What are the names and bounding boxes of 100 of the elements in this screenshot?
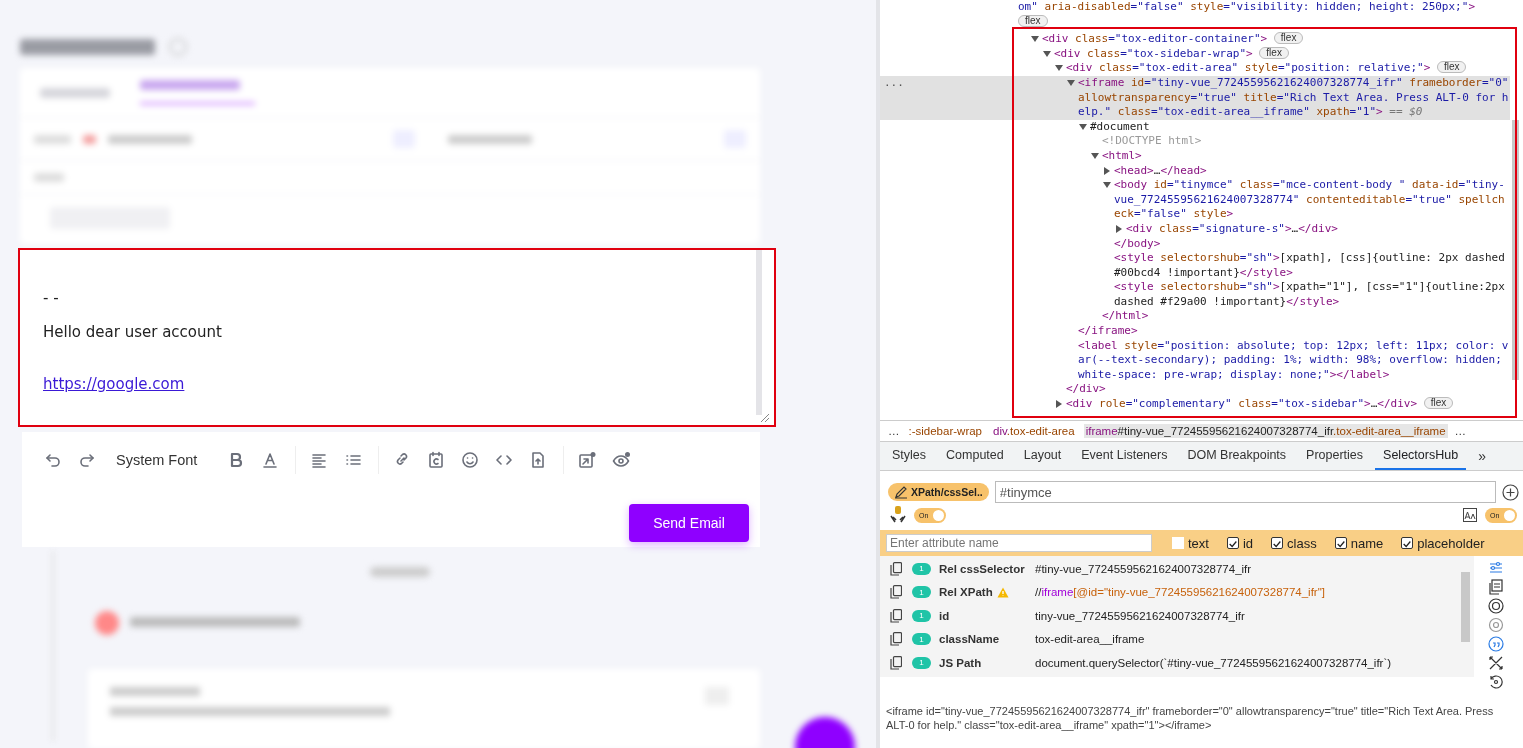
dom-node[interactable]: <html> xyxy=(880,148,1510,164)
selector-value[interactable]: document.querySelector(`#tiny-vue_77245595621624007328774_ifr`) xyxy=(1035,656,1392,669)
match-count: 1 xyxy=(912,586,931,599)
align-left-icon[interactable] xyxy=(310,451,329,469)
selector-label: className xyxy=(939,633,1000,646)
selector-value[interactable]: tiny-vue_77245595621624007328774_ifr xyxy=(1035,609,1245,622)
checkbox[interactable] xyxy=(1271,537,1284,549)
closing-tag: </body> xyxy=(880,236,1510,252)
checkbox-label: id xyxy=(1242,535,1254,551)
expanded-arrow-icon[interactable] xyxy=(1067,78,1075,87)
target-icon[interactable] xyxy=(1488,598,1504,614)
insert-image-icon[interactable] xyxy=(578,451,597,469)
emoji-icon[interactable] xyxy=(461,451,480,469)
dom-node[interactable]: <style selectorshub="sh">[xpath], [css]{outline: 2px dashed #00bcd4 !important}</style> xyxy=(880,251,1510,281)
dom-node[interactable]: <div class="signature-s">…</div> xyxy=(880,221,1510,237)
panel-tab[interactable]: Properties xyxy=(1298,448,1372,470)
panel-tab[interactable]: Computed xyxy=(938,448,1012,470)
copy-icon[interactable] xyxy=(890,585,902,600)
selector-label: Rel cssSelector xyxy=(939,562,1025,575)
dom-node[interactable]: <div class="tox-edit-area" style="position: relative;"> flex xyxy=(880,61,1510,76)
dom-node[interactable]: <div role="complementary" class="tox-sidebar">…</div> flex xyxy=(880,397,1510,412)
checkbox[interactable] xyxy=(1334,537,1347,549)
undo-icon[interactable] xyxy=(44,451,62,469)
editor-text: - - xyxy=(43,288,60,309)
checkbox[interactable] xyxy=(1401,537,1414,549)
dom-node[interactable]: ... <iframe id="tiny-vue_77245595621624007328774_ifr" frameborder="0" allowtransparency="true" title="Rich Text Area. Press ALT-0 for help." class="tox-edit-area__iframe" xpath="1"> == $0 xyxy=(880,75,1510,120)
expanded-arrow-icon[interactable] xyxy=(1103,181,1111,190)
font-dropdown[interactable]: System Font xyxy=(116,452,198,468)
checkbox[interactable] xyxy=(1226,537,1239,549)
selector-value[interactable]: #tiny-vue_77245595621624007328774_ifr xyxy=(1035,562,1252,575)
donate-hands-icon[interactable] xyxy=(890,505,906,525)
pages-icon[interactable] xyxy=(1488,579,1504,595)
reset-icon[interactable] xyxy=(1488,674,1504,690)
selector-input[interactable]: #tinymce xyxy=(994,481,1496,503)
scrollbar[interactable] xyxy=(756,250,762,415)
breadcrumb-item[interactable]: iframe#tiny-vue_77245595621624007328774_ifr.tox-edit-area__iframe xyxy=(1083,424,1448,438)
panel-tab[interactable]: Layout xyxy=(1015,448,1070,470)
selector-value[interactable]: tox-edit-area__iframe xyxy=(1035,633,1145,646)
expanded-arrow-icon[interactable] xyxy=(1055,64,1063,73)
selector-label: JS Path xyxy=(939,656,982,669)
flex-badge[interactable]: flex xyxy=(1018,14,1048,27)
more-tabs-button[interactable]: » xyxy=(1470,448,1494,470)
link[interactable]: https://google.com xyxy=(43,374,185,395)
text-color-icon[interactable] xyxy=(261,451,280,469)
preview-eye-icon[interactable] xyxy=(612,451,631,469)
breadcrumb-item[interactable]: :-sidebar-wrap xyxy=(906,424,984,438)
match-count: 1 xyxy=(912,609,931,622)
dom-node[interactable]: <body id="tinymce" class="mce-content-body " data-id="tiny-vue_77245595621624007328774" contenteditable="true" spellcheck="false" style> xyxy=(880,178,1510,222)
dom-node[interactable]: <head>…</head> xyxy=(880,163,1510,179)
selector-value[interactable]: //iframe[@id="tiny-vue_77245595621624007328774_ifr"] xyxy=(1035,586,1325,599)
mode-badge[interactable]: XPath/cssSel.. xyxy=(888,483,989,501)
template-icon[interactable] xyxy=(427,451,446,469)
copy-icon[interactable] xyxy=(890,608,902,623)
panel-tab[interactable]: DOM Breakpoints xyxy=(1179,448,1295,470)
collapsed-arrow-icon[interactable] xyxy=(1055,400,1063,409)
closing-tag: </iframe> xyxy=(880,324,1510,339)
collapsed-arrow-icon[interactable] xyxy=(1115,224,1123,233)
dom-node[interactable]: om" aria-disabled="false" style="visibility: hidden; height: 250px;"> flex xyxy=(880,0,1510,30)
match-count: 1 xyxy=(912,562,931,575)
scrollbar[interactable] xyxy=(1461,572,1470,642)
selector-label: id xyxy=(939,609,950,622)
breadcrumb-overflow[interactable]: … xyxy=(888,425,900,437)
dom-node[interactable]: <div class="tox-sidebar-wrap"> flex xyxy=(880,46,1510,62)
breadcrumb-item[interactable]: div.tox-edit-area xyxy=(991,424,1077,438)
attribute-name-input[interactable]: Enter attribute name xyxy=(886,534,1152,552)
flex-badge[interactable]: flex xyxy=(1259,46,1289,59)
resize-handle-icon[interactable] xyxy=(760,413,770,423)
checkbox-label: text xyxy=(1188,535,1209,551)
add-icon[interactable] xyxy=(1502,483,1519,501)
copy-icon[interactable] xyxy=(890,632,902,647)
flex-badge[interactable]: flex xyxy=(1423,397,1454,410)
more-options-icon[interactable]: ... xyxy=(884,75,904,91)
dom-node[interactable]: #document xyxy=(880,119,1510,135)
checkbox[interactable] xyxy=(1172,537,1184,549)
expand-icon[interactable] xyxy=(1488,655,1504,671)
dom-node[interactable]: <style selectorshub="sh">[xpath="1"], [css="1"]{outline:2px dashed #f29a00 !important}</style> xyxy=(880,280,1510,310)
expanded-arrow-icon[interactable] xyxy=(1043,49,1051,58)
expanded-arrow-icon[interactable] xyxy=(1091,151,1099,160)
panel-tab[interactable]: Event Listeners xyxy=(1073,448,1176,470)
scrollbar[interactable] xyxy=(1512,120,1519,380)
flex-badge[interactable]: flex xyxy=(1436,61,1467,74)
dom-node[interactable]: <div class="tox-editor-container"> flex xyxy=(880,32,1510,47)
breadcrumb-overflow[interactable]: … xyxy=(1454,425,1467,437)
copy-icon[interactable] xyxy=(890,655,902,670)
panel-tab[interactable]: SelectorsHub xyxy=(1375,448,1467,470)
redo-icon[interactable] xyxy=(78,451,96,469)
editor-text: Hello dear user account xyxy=(43,322,223,343)
copy-icon[interactable] xyxy=(890,561,902,576)
collapsed-arrow-icon[interactable] xyxy=(1103,166,1111,175)
sliders-icon[interactable] xyxy=(1488,560,1504,576)
flex-badge[interactable]: flex xyxy=(1273,32,1304,45)
font-size-icon[interactable] xyxy=(1463,508,1477,522)
send-email-button[interactable]: Send Email xyxy=(629,504,749,542)
text-editor-area[interactable]: - - Hello dear user account https://google.com xyxy=(18,248,776,427)
panel-tab[interactable]: Styles xyxy=(884,448,935,470)
checkbox-label: placeholder xyxy=(1417,535,1485,551)
quote-icon[interactable] xyxy=(1488,636,1504,652)
expanded-arrow-icon[interactable] xyxy=(1079,122,1087,131)
expanded-arrow-icon[interactable] xyxy=(1031,35,1039,44)
dom-node[interactable]: <label style="position: absolute; top: 12px; left: 11px; color: var(--text-secondary); padding: 1%; width: 98%; overflow: hidden; white-space: pre-wrap; display: none;"></label> xyxy=(880,338,1510,383)
